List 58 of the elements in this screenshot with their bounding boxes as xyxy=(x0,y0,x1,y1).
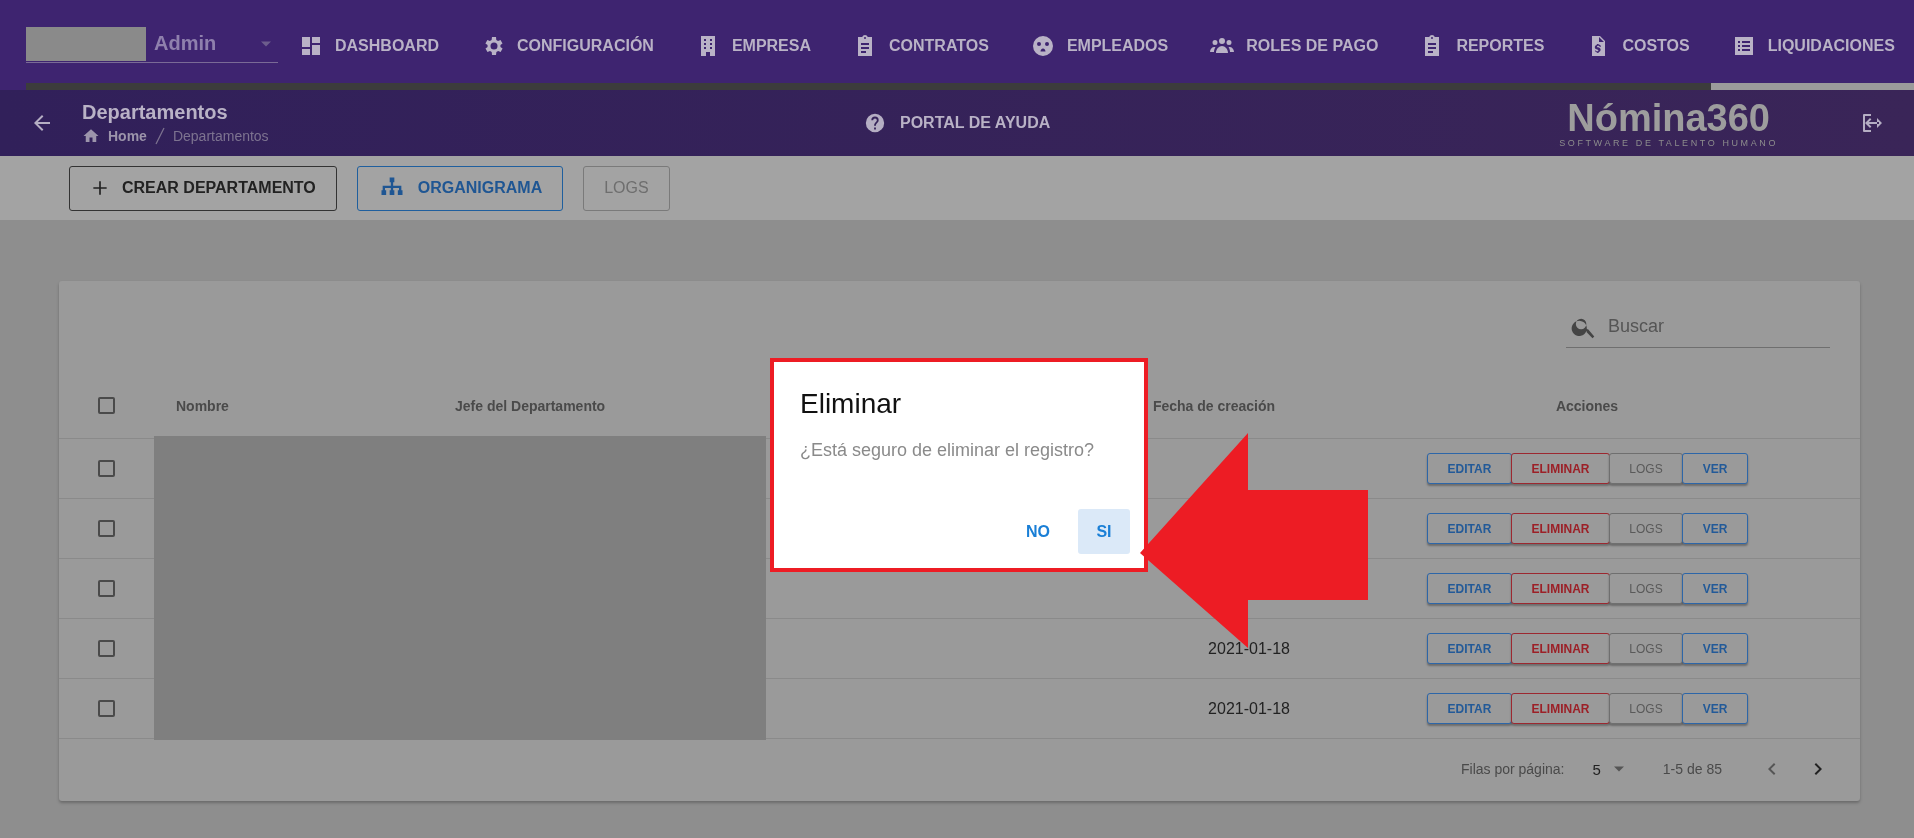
delete-button[interactable]: ELIMINAR xyxy=(1511,513,1610,544)
delete-button[interactable]: ELIMINAR xyxy=(1511,453,1610,484)
logout-icon[interactable] xyxy=(1860,111,1884,135)
checkbox[interactable] xyxy=(98,580,115,597)
user-menu[interactable]: Admin xyxy=(26,25,278,63)
edit-button[interactable]: EDITAR xyxy=(1427,693,1512,724)
caret-down-icon xyxy=(260,40,272,47)
create-button[interactable]: CREAR DEPARTAMENTO xyxy=(69,165,337,211)
edit-button[interactable]: EDITAR xyxy=(1427,573,1512,604)
logo-wordmark: Nómina360 xyxy=(1567,98,1770,138)
logo-tagline: SOFTWARE DE TALENTO HUMANO xyxy=(1559,138,1778,148)
dialog-button[interactable]: SI xyxy=(1078,509,1130,554)
search-field[interactable]: Buscar xyxy=(1606,314,1810,339)
edit-button[interactable]: EDITAR xyxy=(1427,453,1512,484)
date-cell: 2021-01-18 xyxy=(1208,699,1290,718)
help-portal-link[interactable]: PORTAL DE AYUDA xyxy=(864,112,1051,134)
org-chart-button[interactable]: ORGANIGRAMA xyxy=(356,165,564,211)
breadcrumb-current: Departamentos xyxy=(172,128,269,144)
edit-button[interactable]: EDITAR xyxy=(1427,633,1512,664)
view-button[interactable]: VER xyxy=(1682,633,1748,664)
rows-per-page-select[interactable]: 5 xyxy=(1592,760,1625,778)
rows-per-page-label: Filas por página: xyxy=(1460,761,1565,777)
view-button[interactable]: VER xyxy=(1682,573,1748,604)
logs-button[interactable]: LOGS xyxy=(1609,513,1683,544)
checkbox[interactable] xyxy=(98,460,115,477)
column-header: Acciones xyxy=(1555,397,1619,414)
logs-button[interactable]: LOGS xyxy=(1609,633,1683,664)
logs-button[interactable]: LOGS xyxy=(1609,573,1683,604)
logs-button[interactable]: LOGS xyxy=(1609,693,1683,724)
delete-button[interactable]: ELIMINAR xyxy=(1511,693,1610,724)
delete-button[interactable]: ELIMINAR xyxy=(1511,633,1610,664)
column-header: Fecha de creación xyxy=(1152,397,1276,414)
column-header: Nombre xyxy=(176,397,229,414)
checkbox[interactable] xyxy=(98,640,115,657)
delete-button[interactable]: ELIMINAR xyxy=(1511,573,1610,604)
date-cell: 2021-01-18 xyxy=(1208,639,1290,658)
dialog-message: ¿Está seguro de eliminar el registro? xyxy=(800,440,1096,461)
column-header: Jefe del Departamento xyxy=(455,397,606,414)
face-icon xyxy=(1030,33,1055,58)
page-range: 1-5 de 85 xyxy=(1662,761,1722,777)
checkbox[interactable] xyxy=(98,520,115,537)
edit-button[interactable]: EDITAR xyxy=(1427,513,1512,544)
breadcrumb-separator-icon xyxy=(154,127,165,145)
view-button[interactable]: VER xyxy=(1682,513,1748,544)
breadcrumb-link[interactable]: Home xyxy=(108,128,147,144)
plus-icon xyxy=(90,178,110,198)
checkbox[interactable] xyxy=(98,700,115,717)
caret-down-icon xyxy=(1612,766,1625,772)
page-title: Departamentos xyxy=(82,101,229,124)
help-icon xyxy=(864,112,886,134)
dialog-button[interactable]: NO xyxy=(1012,509,1064,554)
user-name: Admin xyxy=(154,32,218,55)
view-button[interactable]: VER xyxy=(1682,693,1748,724)
logs-button[interactable]: LOGS xyxy=(1609,453,1683,484)
checkbox[interactable] xyxy=(98,397,115,414)
home-icon xyxy=(82,127,100,145)
dialog-title: Eliminar xyxy=(800,388,903,420)
view-button[interactable]: VER xyxy=(1682,453,1748,484)
